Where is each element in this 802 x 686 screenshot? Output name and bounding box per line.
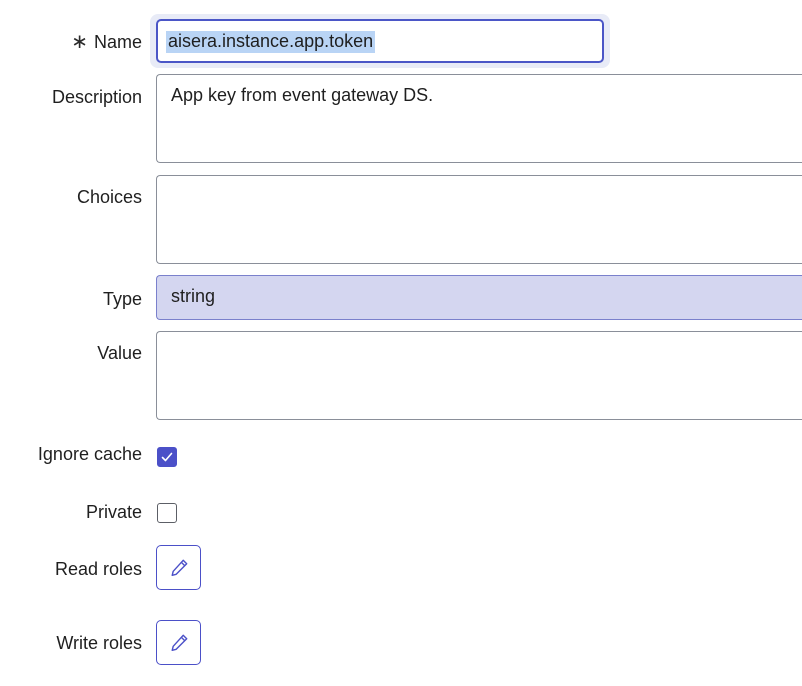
system-property-form: ∗ Name aisera.instance.app.token Descript… bbox=[0, 0, 802, 686]
description-value: App key from event gateway DS. bbox=[171, 85, 434, 105]
choices-textarea[interactable] bbox=[156, 175, 802, 264]
value-textarea[interactable] bbox=[156, 331, 802, 420]
type-select[interactable]: string bbox=[156, 275, 802, 320]
private-label: Private bbox=[85, 502, 142, 522]
name-label-text: Name bbox=[93, 32, 142, 52]
pencil-icon bbox=[171, 634, 188, 651]
description-textarea[interactable]: App key from event gateway DS. bbox=[156, 74, 802, 163]
write-roles-label: Write roles bbox=[56, 633, 142, 653]
name-input-value: aisera.instance.app.token bbox=[166, 31, 376, 53]
read-roles-edit-button[interactable] bbox=[156, 545, 201, 590]
type-select-value: string bbox=[171, 286, 216, 306]
value-label: Value bbox=[97, 343, 142, 363]
pencil-icon bbox=[171, 559, 188, 576]
choices-label: Choices bbox=[76, 187, 142, 207]
description-label: Description bbox=[51, 87, 142, 107]
read-roles-label: Read roles bbox=[54, 559, 142, 579]
checkmark-icon bbox=[161, 452, 173, 462]
name-label: ∗ Name bbox=[71, 31, 142, 53]
private-checkbox[interactable] bbox=[157, 503, 177, 523]
ignore-cache-checkbox[interactable] bbox=[157, 447, 177, 467]
write-roles-edit-button[interactable] bbox=[156, 620, 201, 665]
type-label: Type bbox=[102, 289, 142, 309]
ignore-cache-label: Ignore cache bbox=[37, 444, 142, 464]
name-input[interactable]: aisera.instance.app.token bbox=[156, 19, 604, 63]
required-asterisk-icon: ∗ bbox=[71, 31, 88, 53]
